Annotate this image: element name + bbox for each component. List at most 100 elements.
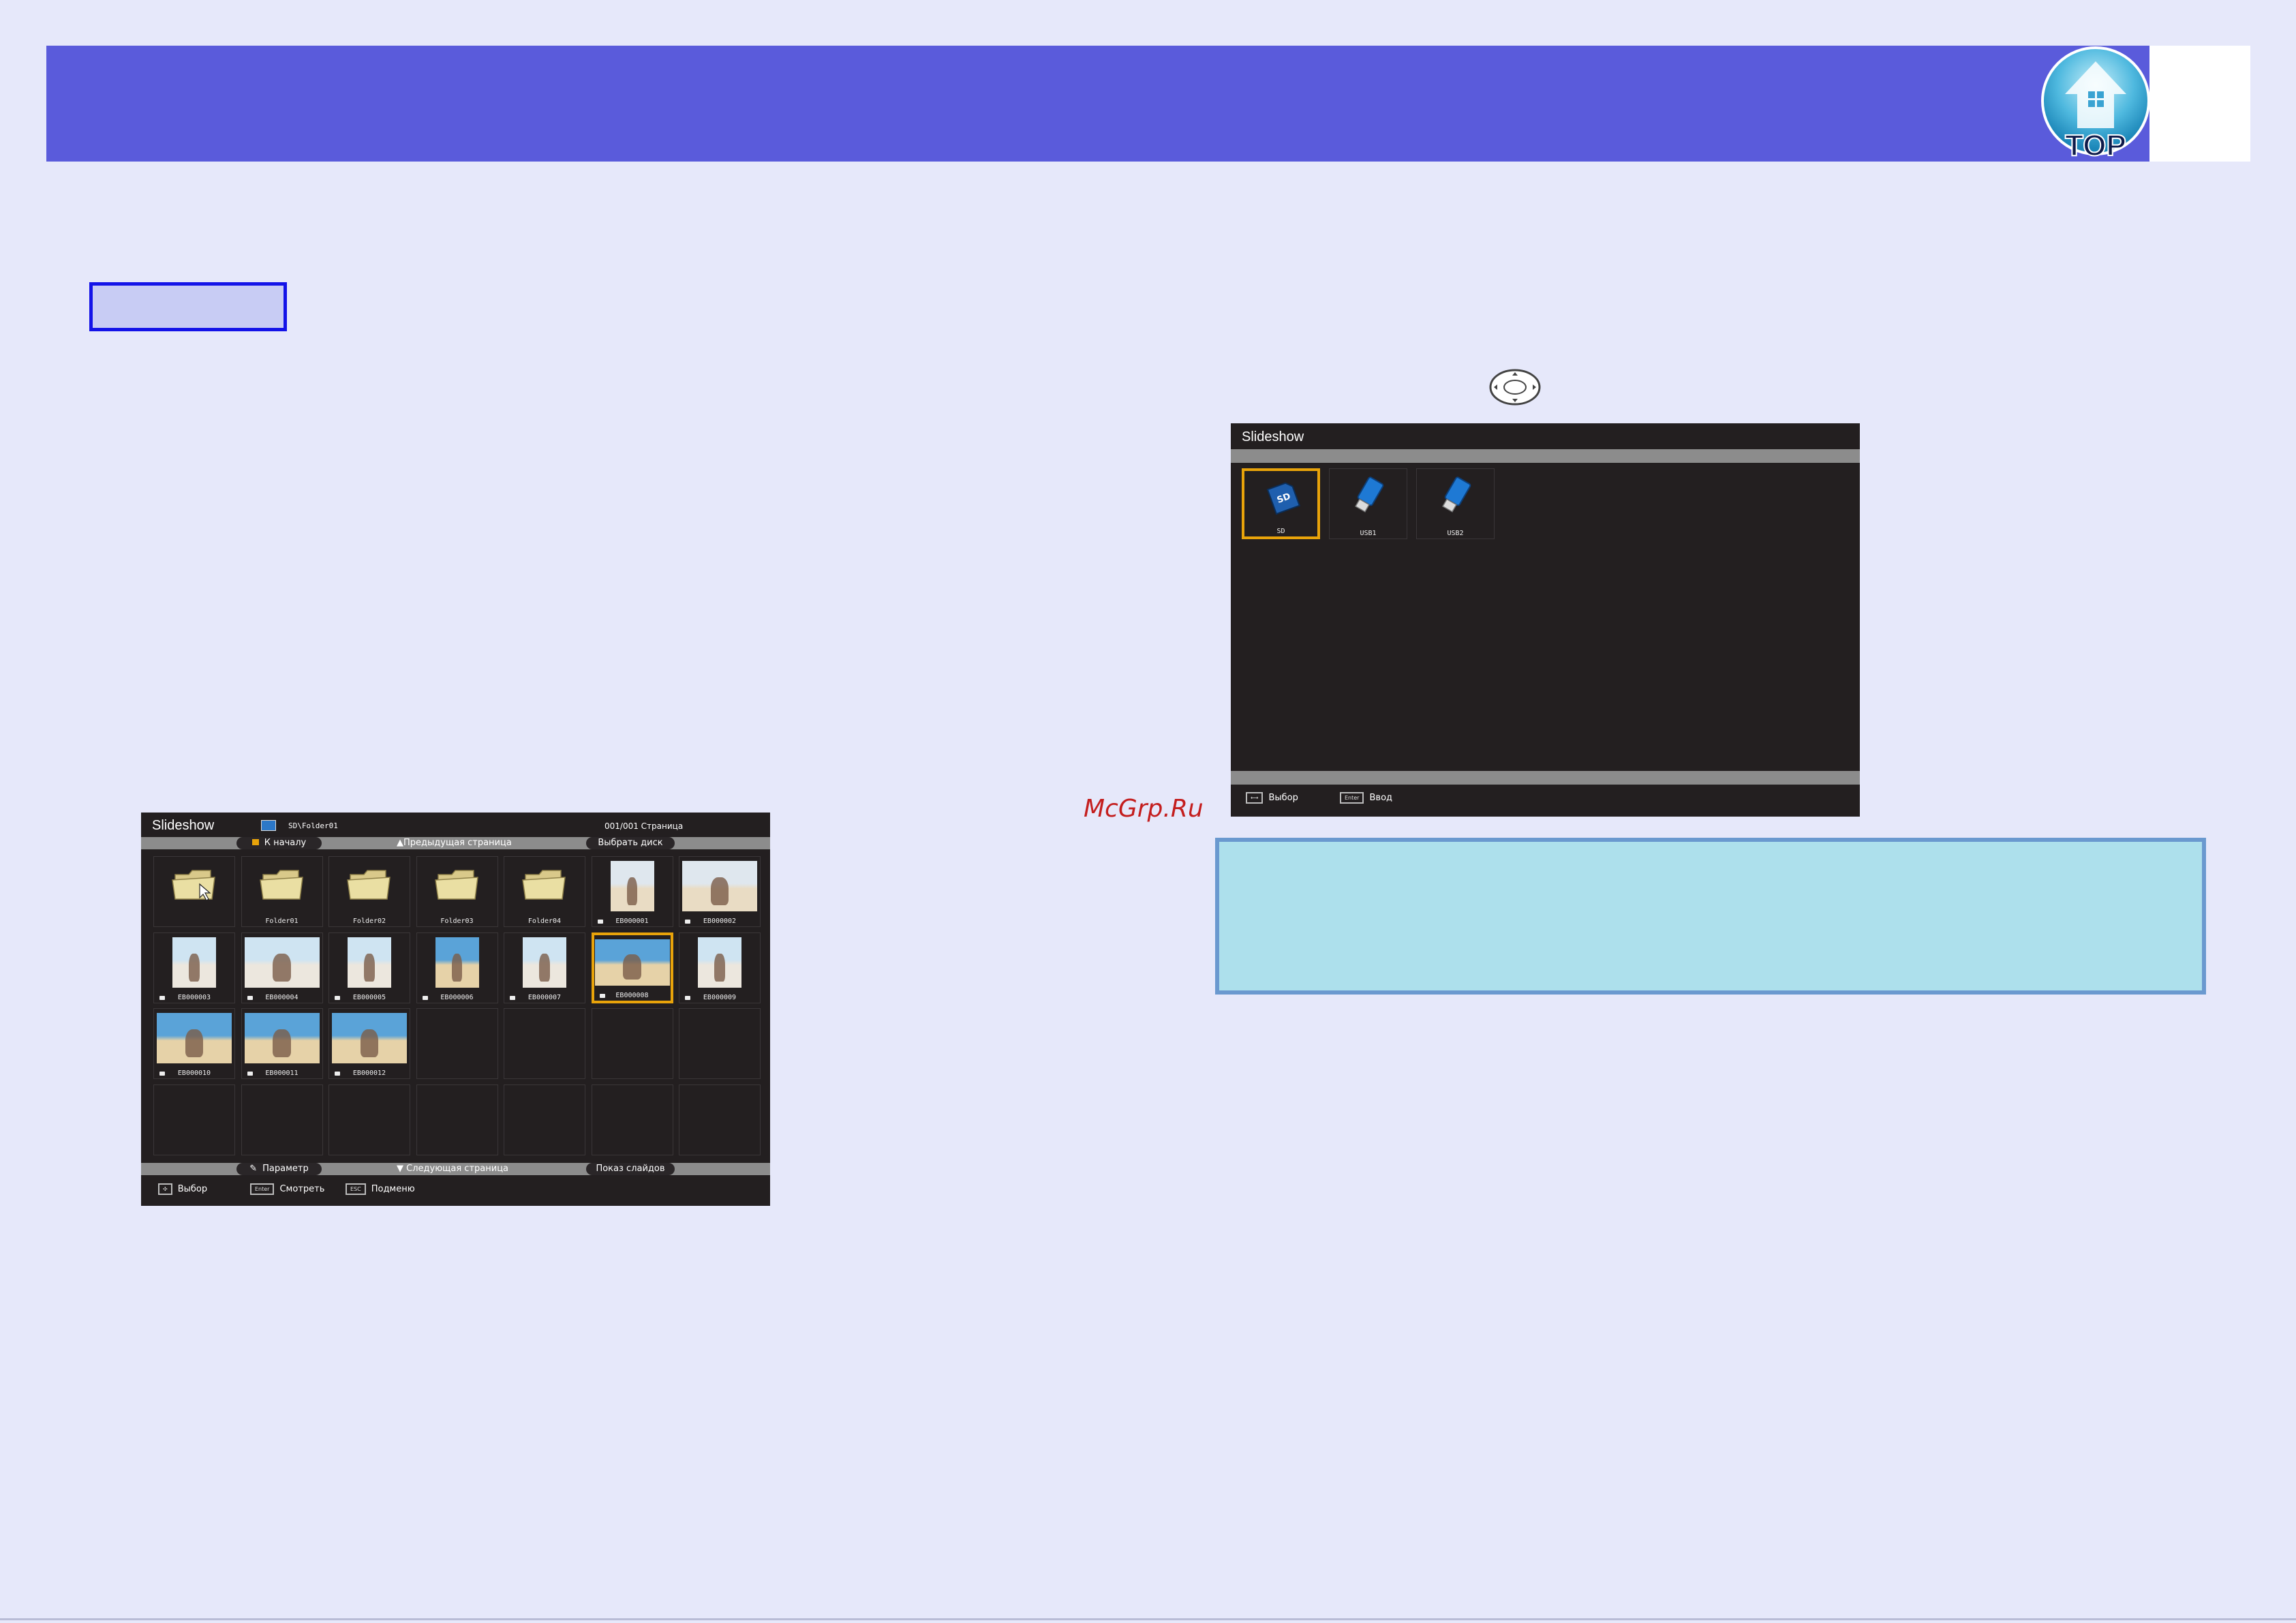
empty-slot [328, 1084, 410, 1155]
footer-view-label: Смотреть [279, 1184, 325, 1194]
folder-item[interactable]: Folder01 [241, 856, 323, 927]
photo-item[interactable]: EB000011 [241, 1008, 323, 1079]
photo-item[interactable]: EB000005 [328, 932, 410, 1003]
home-label: К началу [264, 838, 307, 848]
photo-item[interactable]: EB000003 [153, 932, 235, 1003]
photo-thumbnail [523, 937, 566, 988]
folder-item[interactable]: Folder04 [504, 856, 585, 927]
empty-slot [416, 1084, 498, 1155]
item-label: EB000003 [177, 993, 211, 1001]
item-label: EB000006 [440, 993, 474, 1001]
photo-item[interactable]: EB000002 [679, 856, 761, 927]
photo-figure [539, 953, 550, 982]
device-sd[interactable]: SD SD [1242, 468, 1320, 539]
photo-thumbnail [594, 939, 670, 986]
item-label: Folder01 [265, 917, 299, 925]
prev-page-link[interactable]: ▲Предыдущая страница [397, 837, 512, 849]
photo-thumbnail [435, 937, 479, 988]
dpad-key-icon: ✣ [158, 1183, 172, 1195]
home-icon [251, 839, 259, 845]
pencil-icon: ✎ [249, 1164, 258, 1174]
footer-menu: ESC Подменю [346, 1183, 415, 1195]
top-nav-bar: К началу ▲Предыдущая страница Выбрать ди… [141, 837, 770, 849]
folder-icon [434, 870, 478, 900]
item-label: Folder02 [352, 917, 386, 925]
left-right-key-icon: ⟷ [1246, 792, 1264, 804]
top-bar [1231, 449, 1860, 463]
home-button[interactable]: К началу [236, 837, 322, 849]
next-page-link[interactable]: ▼ Следующая страница [397, 1163, 508, 1175]
item-label: EB000011 [265, 1070, 299, 1077]
photo-thumbnail [157, 1013, 232, 1063]
footer-select: ✣ Выбор [158, 1183, 207, 1195]
photo-item[interactable]: EB000012 [328, 1008, 410, 1079]
folder-item[interactable]: Folder02 [328, 856, 410, 927]
photo-figure [185, 1029, 204, 1058]
empty-slot [504, 1008, 585, 1079]
photo-figure [710, 877, 729, 906]
photo-item[interactable]: EB000010 [153, 1008, 235, 1079]
photo-figure [364, 953, 375, 982]
folder-item[interactable]: Folder03 [416, 856, 498, 927]
empty-slot [591, 1008, 673, 1079]
device-usb[interactable]: USB1 [1329, 468, 1407, 539]
slideshow-button[interactable]: Показ слайдов [586, 1163, 675, 1175]
photo-thumbnail [698, 937, 741, 988]
enter-key-icon: Enter [1340, 792, 1364, 804]
select-disk-button[interactable]: Выбрать диск [586, 837, 675, 849]
device-usb[interactable]: USB2 [1416, 468, 1495, 539]
esc-key-icon: ESC [346, 1183, 366, 1195]
empty-slot [416, 1008, 498, 1079]
item-label: EB000004 [265, 993, 299, 1001]
empty-slot [591, 1084, 673, 1155]
option-button[interactable]: ✎ Параметр [236, 1163, 322, 1175]
sd-card-icon: SD [1266, 482, 1301, 515]
footer-menu-label: Подменю [371, 1184, 415, 1194]
item-label: EB000010 [177, 1070, 211, 1077]
sd-card-icon [261, 820, 276, 831]
header-band [46, 46, 2149, 162]
photo-thumbnail [348, 937, 391, 988]
screen-title: Slideshow [1242, 429, 1304, 444]
photo-thumbnail [172, 937, 216, 988]
item-label: EB000008 [615, 991, 649, 999]
item-label: EB000005 [352, 993, 386, 1001]
photo-item[interactable]: EB000004 [241, 932, 323, 1003]
item-label: Folder04 [527, 917, 562, 925]
photo-figure [360, 1029, 379, 1058]
item-label: EB000007 [527, 993, 562, 1001]
photo-figure [626, 877, 638, 906]
photo-item[interactable]: EB000008 [591, 932, 673, 1003]
footer-select: ⟷ Выбор [1246, 792, 1298, 804]
footer-enter: Enter Ввод [1340, 792, 1392, 804]
device-label: USB2 [1447, 530, 1464, 537]
folder-icon [522, 870, 566, 900]
photo-figure [189, 953, 200, 982]
photo-figure [714, 953, 725, 982]
photo-item[interactable]: EB000001 [591, 856, 673, 927]
bottom-bar [1231, 771, 1860, 785]
usb-drive-icon [1355, 476, 1384, 513]
photo-figure [623, 954, 641, 980]
right-slideshow-screen: Slideshow SD SD USB1 USB2 ⟷ Выбор Enter Ввод [1231, 423, 1860, 817]
top-logo-icon[interactable]: TOP [2038, 46, 2154, 162]
item-label: Folder03 [440, 917, 474, 925]
note-box [1215, 838, 2206, 995]
photo-item[interactable]: EB000007 [504, 932, 585, 1003]
photo-item[interactable]: EB000006 [416, 932, 498, 1003]
folder-item[interactable] [153, 856, 235, 927]
usb-drive-icon [1442, 476, 1471, 513]
footer-select-label: Выбор [177, 1184, 208, 1194]
device-label: USB1 [1360, 530, 1377, 537]
folder-icon [259, 870, 303, 900]
photo-thumbnail [244, 1013, 320, 1063]
footer-select-label: Выбор [1268, 793, 1298, 803]
empty-slot [679, 1008, 761, 1079]
photo-thumbnail [610, 861, 654, 911]
device-label: SD [1276, 528, 1285, 535]
page-indicator: 001/001 Страница [604, 821, 684, 831]
photo-item[interactable]: EB000009 [679, 932, 761, 1003]
empty-slot [679, 1084, 761, 1155]
folder-icon [172, 870, 215, 901]
empty-slot [241, 1084, 323, 1155]
